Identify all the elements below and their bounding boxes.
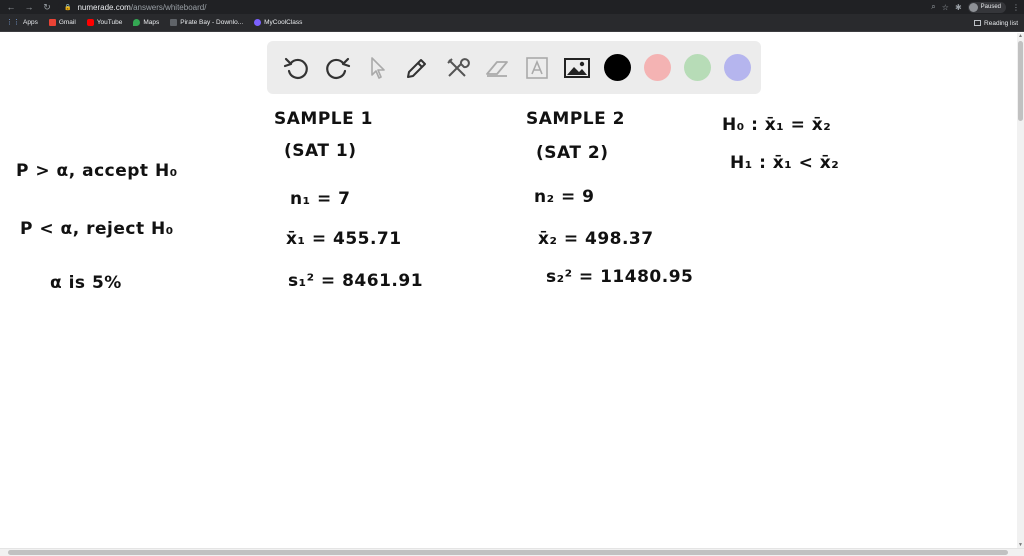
accept-rule: P > α, accept H₀ [16,161,178,181]
avatar [968,2,978,12]
forward-arrow-icon[interactable]: → [22,0,36,14]
reading-list-button[interactable]: Reading list [974,14,1018,32]
undo-button[interactable] [277,48,317,88]
reading-list-icon [974,20,982,26]
bookmark-label: Apps [23,19,38,26]
bookmark-gmail[interactable]: Gmail [48,19,76,26]
sample1-n: n₁ = 7 [290,189,351,209]
pointer-button[interactable] [357,48,397,88]
reject-rule: P < α, reject H₀ [20,219,174,239]
url-host: numerade.com [77,2,131,12]
mycoolclass-icon [254,19,262,26]
sample2-title: SAMPLE 2 [526,109,625,129]
extensions-puzzle-icon[interactable]: ✱ [955,3,962,12]
browser-actions: ⌕ ☆ ✱ Paused ⋮ [931,0,1020,14]
reload-icon[interactable]: ↻ [40,0,54,14]
whiteboard-canvas[interactable]: P > α, accept H₀ P < α, reject H₀ α is 5… [0,33,1017,548]
eraser-icon [486,60,508,77]
profile-status: Paused [980,4,1001,10]
sample1-subtitle: (SAT 1) [284,141,357,161]
color-swatch-black[interactable] [603,54,631,81]
bookmark-youtube[interactable]: YouTube [86,19,123,26]
maps-icon [133,19,141,26]
apps-grid-icon: ⋮⋮ [6,19,20,26]
bookmark-label: Maps [143,19,160,26]
gmail-icon [48,19,56,26]
scroll-up-arrow-icon[interactable]: ▲ [1017,33,1024,39]
sample2-mean: x̄₂ = 498.37 [538,229,654,249]
pointer-icon [371,56,385,79]
text-icon [526,56,548,79]
vertical-scroll-thumb[interactable] [1018,41,1023,121]
menu-dots-icon[interactable]: ⋮ [1012,3,1020,12]
tools-icon [447,57,470,77]
eraser-button[interactable] [477,48,517,88]
undo-icon [283,57,308,79]
redo-icon [326,57,351,79]
sample1-variance: s₁² = 8461.91 [288,271,424,291]
bookmark-label: MyCoolClass [264,19,303,26]
sample2-n: n₂ = 9 [534,187,595,207]
bookmark-pirate-bay[interactable]: Pirate Bay - Downlo... [170,19,243,26]
horizontal-scroll-thumb[interactable] [8,550,1008,555]
reading-list-label: Reading list [984,19,1018,27]
bookmark-label: Gmail [58,19,76,26]
null-hypothesis: H₀ : x̄₁ = x̄₂ [722,115,832,135]
redo-button[interactable] [317,48,357,88]
image-button[interactable] [557,48,597,88]
bookmark-label: YouTube [96,19,123,26]
whiteboard-toolbar [267,41,761,94]
image-icon [564,57,590,78]
pencil-icon [407,58,426,78]
tools-button[interactable] [437,48,477,88]
pencil-button[interactable] [397,48,437,88]
text-button[interactable] [517,48,557,88]
url-path: /answers/whiteboard/ [130,2,207,12]
color-swatch-blue[interactable] [723,54,751,81]
star-icon[interactable]: ☆ [942,3,949,12]
sample2-subtitle: (SAT 2) [536,143,609,163]
color-swatch-red[interactable] [643,54,671,81]
youtube-icon [86,19,94,26]
profile-button[interactable]: Paused [967,1,1006,13]
bookmark-maps[interactable]: Maps [133,19,159,26]
color-swatch-green[interactable] [683,54,711,81]
sample2-variance: s₂² = 11480.95 [546,267,694,287]
bookmarks-bar: ⋮⋮ Apps Gmail YouTube Maps Pirate Bay - … [0,14,1024,32]
page-icon [170,19,178,26]
sample1-mean: x̄₁ = 455.71 [286,229,402,249]
horizontal-scrollbar[interactable] [0,548,1024,556]
alpha-note: α is 5% [50,273,122,293]
browser-address-bar: ← → ↻ 🔒 numerade.com/answers/whiteboard/… [0,0,1024,14]
vertical-scrollbar[interactable]: ▲ ▼ [1017,33,1024,548]
alternative-hypothesis: H₁ : x̄₁ < x̄₂ [730,153,840,173]
bookmark-apps[interactable]: ⋮⋮ Apps [6,19,38,26]
back-arrow-icon[interactable]: ← [4,0,18,14]
bookmark-mycoolclass[interactable]: MyCoolClass [254,19,302,26]
url-bar[interactable]: 🔒 numerade.com/answers/whiteboard/ [58,1,938,13]
sample1-title: SAMPLE 1 [274,109,373,129]
zoom-icon[interactable]: ⌕ [931,2,935,12]
bookmark-label: Pirate Bay - Downlo... [180,19,244,26]
lock-icon: 🔒 [64,4,72,11]
